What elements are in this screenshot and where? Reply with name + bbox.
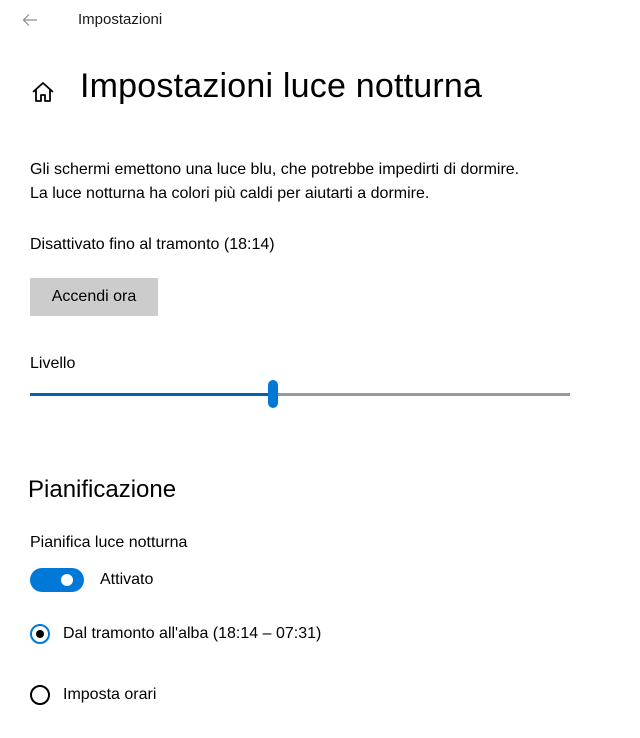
status-text: Disattivato fino al tramonto (18:14): [30, 236, 275, 253]
back-arrow-icon: [22, 14, 37, 26]
schedule-toggle[interactable]: [30, 568, 84, 592]
radio-set-hours[interactable]: Imposta orari: [30, 682, 156, 708]
level-slider[interactable]: [30, 380, 570, 410]
window-title: Impostazioni: [78, 11, 163, 28]
radio-label-set-hours: Imposta orari: [63, 686, 157, 703]
slider-thumb[interactable]: [268, 380, 278, 408]
page-title: Impostazioni luce notturna: [80, 67, 483, 105]
schedule-toggle-heading: Pianifica luce notturna: [30, 534, 188, 551]
schedule-section-title: Pianificazione: [28, 476, 177, 503]
radio-label-sunset-to-sunrise: Dal tramonto all'alba (18:14 – 07:31): [63, 625, 322, 642]
home-icon[interactable]: [30, 79, 56, 105]
radio-dot: [36, 630, 44, 638]
radio-sunset-to-sunrise[interactable]: Dal tramonto all'alba (18:14 – 07:31): [30, 621, 321, 647]
description-line-2: La luce notturna ha colori più caldi per…: [30, 185, 430, 202]
schedule-toggle-row[interactable]: Attivato: [30, 568, 153, 592]
description-line-1: Gli schermi emettono una luce blu, che p…: [30, 161, 520, 178]
title-bar: Impostazioni: [0, 0, 640, 40]
toggle-knob: [61, 574, 73, 586]
toggle-state-label: Attivato: [100, 571, 154, 588]
night-light-settings-page: Impostazioni Impostazioni luce notturna …: [0, 0, 640, 738]
radio-button-checked[interactable]: [30, 624, 50, 644]
radio-button-unchecked[interactable]: [30, 685, 50, 705]
page-header: Impostazioni luce notturna: [30, 67, 482, 114]
slider-track-fill: [30, 393, 273, 396]
back-button[interactable]: [18, 8, 42, 32]
description: Gli schermi emettono una luce blu, che p…: [30, 158, 610, 206]
turn-on-now-button[interactable]: Accendi ora: [30, 278, 158, 316]
level-label: Livello: [30, 355, 76, 372]
